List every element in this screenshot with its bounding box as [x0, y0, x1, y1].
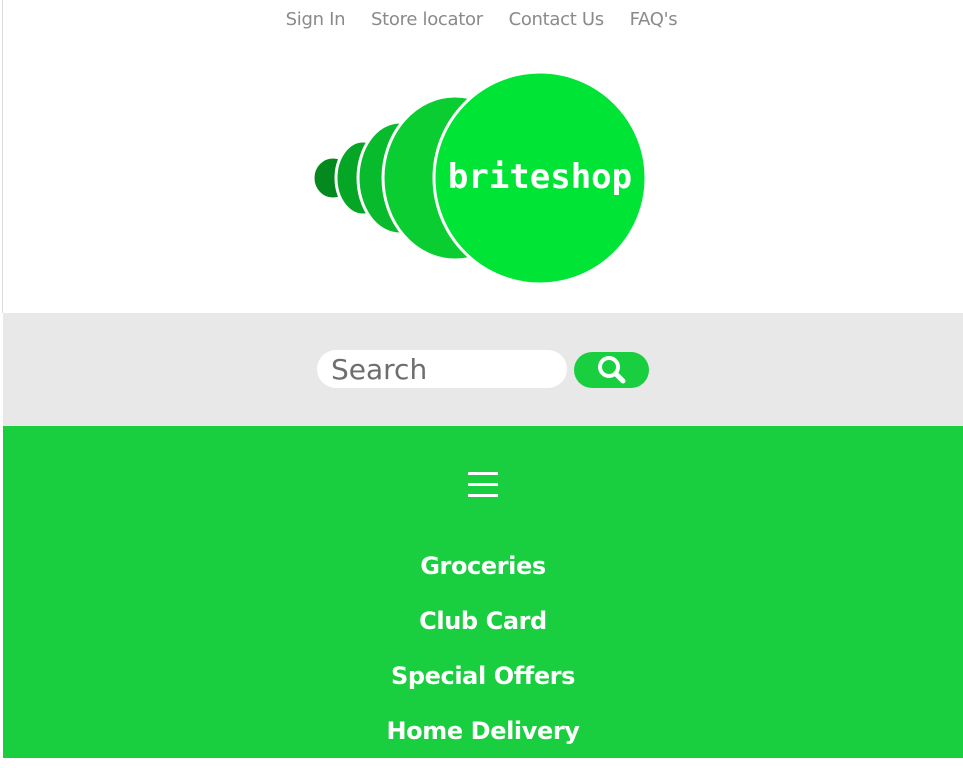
search-button[interactable]: [574, 352, 649, 388]
page-left-border: [2, 0, 3, 313]
nav-link-club-card[interactable]: Club Card: [419, 607, 547, 635]
nav-link-home-delivery[interactable]: Home Delivery: [386, 717, 579, 745]
hamburger-menu-icon[interactable]: [468, 471, 498, 499]
search-section: [3, 313, 963, 426]
store-locator-link[interactable]: Store locator: [371, 9, 483, 30]
briteshop-logo[interactable]: briteshop: [305, 70, 650, 290]
contact-us-link[interactable]: Contact Us: [509, 9, 605, 30]
search-input[interactable]: [317, 350, 567, 388]
nav-item-home-delivery: Home Delivery: [3, 713, 963, 768]
logo-text: briteshop: [448, 157, 632, 197]
main-navigation: Groceries Club Card Special Offers Home …: [3, 426, 963, 758]
nav-link-special-offers[interactable]: Special Offers: [391, 662, 575, 690]
nav-menu-list: Groceries Club Card Special Offers Home …: [3, 548, 963, 768]
nav-link-groceries[interactable]: Groceries: [420, 552, 546, 580]
sign-in-link[interactable]: Sign In: [286, 9, 346, 30]
nav-item-groceries: Groceries: [3, 548, 963, 603]
top-links-bar: Sign In Store locator Contact Us FAQ's: [0, 9, 963, 35]
nav-item-club-card: Club Card: [3, 603, 963, 658]
nav-item-special-offers: Special Offers: [3, 658, 963, 713]
faqs-link[interactable]: FAQ's: [630, 9, 678, 30]
search-icon: [597, 356, 625, 384]
logo-graphic: briteshop: [311, 70, 648, 286]
